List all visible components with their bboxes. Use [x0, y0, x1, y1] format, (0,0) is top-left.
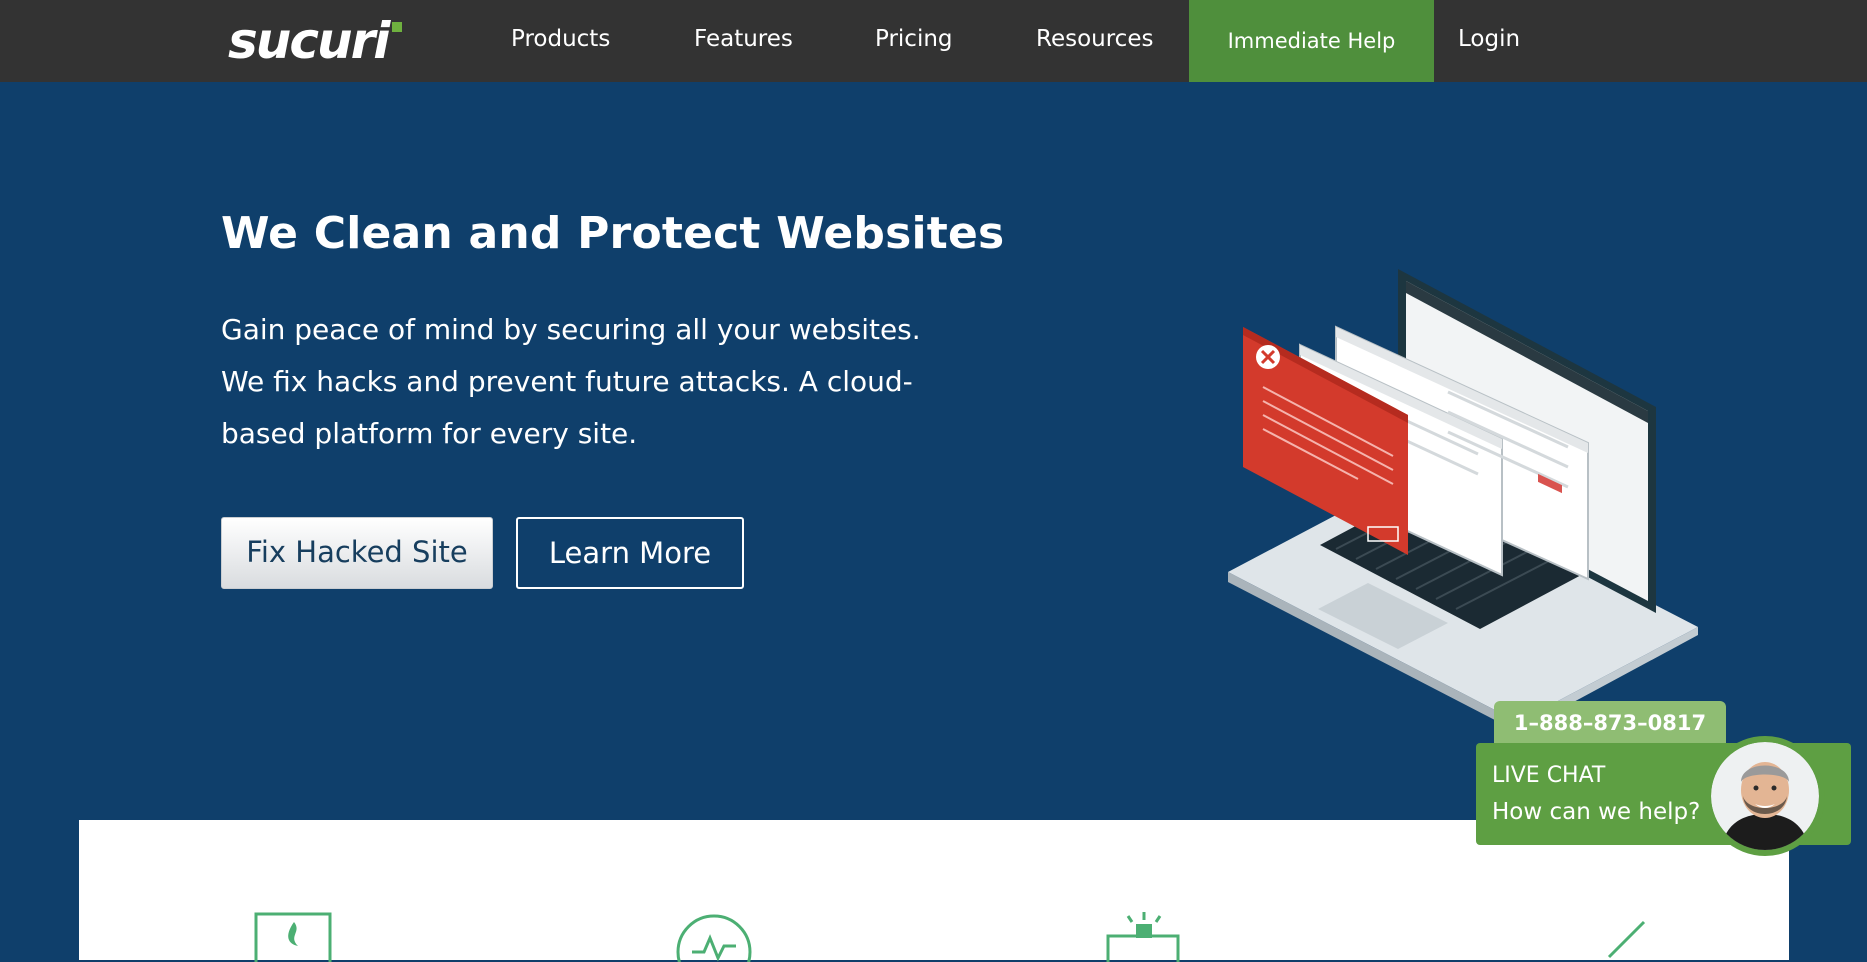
- nav-item-pricing[interactable]: Pricing: [875, 0, 953, 82]
- svg-text:sucuri: sucuri: [228, 14, 391, 66]
- learn-more-button[interactable]: Learn More: [516, 517, 744, 589]
- nav-item-features[interactable]: Features: [694, 0, 793, 82]
- sucuri-logo[interactable]: sucuri: [228, 14, 406, 66]
- phone-number-tab[interactable]: 1–888–873–0817: [1494, 701, 1726, 745]
- pulse-icon: [676, 914, 752, 962]
- immediate-help-button[interactable]: Immediate Help: [1189, 0, 1434, 82]
- live-chat-subtitle: How can we help?: [1492, 799, 1701, 825]
- chat-agent-avatar[interactable]: [1705, 736, 1825, 856]
- hero-description: Gain peace of mind by securing all your …: [221, 313, 921, 450]
- login-link[interactable]: Login: [1458, 0, 1520, 82]
- arrow-icon: [1607, 920, 1646, 959]
- fix-hacked-site-button[interactable]: Fix Hacked Site: [221, 517, 493, 589]
- laptop-illustration: [1228, 269, 1698, 732]
- nav-item-products[interactable]: Products: [511, 0, 610, 82]
- nav-item-resources[interactable]: Resources: [1036, 0, 1153, 82]
- alarm-icon: [1106, 912, 1180, 962]
- agent-portrait-icon: [1711, 742, 1819, 850]
- hero-section: We Clean and Protect Websites Gain peace…: [0, 82, 1867, 962]
- flame-icon: [254, 912, 332, 962]
- live-chat-title: LIVE CHAT: [1492, 763, 1606, 788]
- top-navigation: sucuri Products Features Pricing Resourc…: [0, 0, 1867, 82]
- hero-title: We Clean and Protect Websites: [221, 208, 1005, 259]
